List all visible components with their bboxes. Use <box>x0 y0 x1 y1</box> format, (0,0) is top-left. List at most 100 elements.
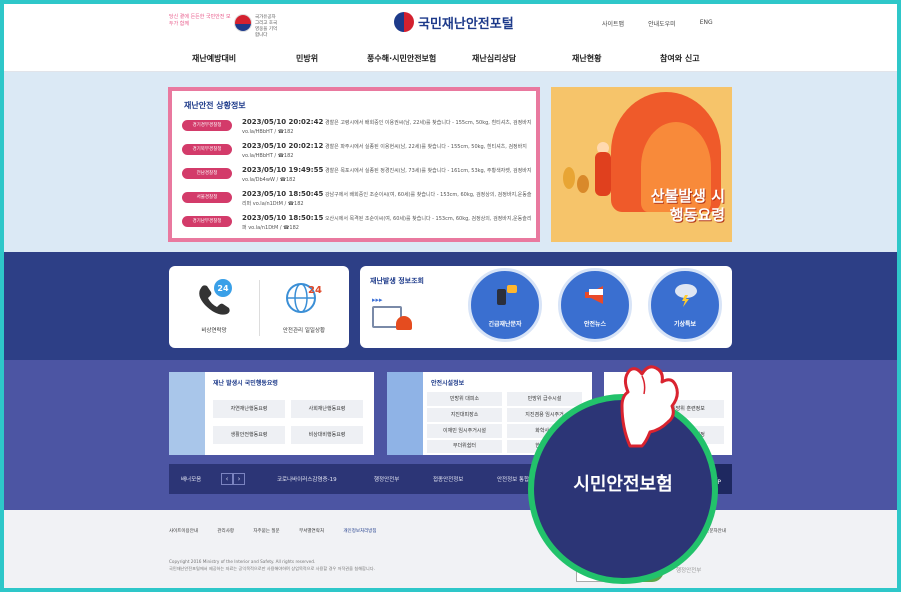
guide-helper-link[interactable]: 안내도우미 <box>648 19 676 28</box>
sitemap-link[interactable]: 사이트맵 <box>602 19 624 28</box>
banner-link[interactable]: 행정안전부 <box>374 475 399 483</box>
footer-link[interactable]: 부서별연락처 <box>299 529 324 534</box>
english-link[interactable]: ENG <box>700 19 713 28</box>
slogan-logo[interactable]: 당신 곁에 든든한 국민안전 모두가 함께 <box>169 14 231 28</box>
emergency-preparedness-guide-button[interactable]: 비상대비행동요령 <box>291 426 363 444</box>
nav-item-status[interactable]: 재난현황 <box>572 53 601 64</box>
situation-row[interactable]: 서울경찰청 2023/05/10 18:50:45 강남구에서 배회중인 조순이… <box>182 189 532 211</box>
running-person-icon <box>387 372 423 455</box>
situation-date: 2023/05/10 19:49:55 <box>242 166 324 174</box>
facility-button[interactable]: 민방위 대피소 <box>427 392 502 406</box>
taeguk-flag-icon <box>234 14 252 32</box>
situation-row[interactable]: 경기북부경찰청 2023/05/10 20:02:12 경찰은 파주시에서 실종… <box>182 141 532 163</box>
ministry-logo: 행정안전부 <box>676 568 702 574</box>
svg-text:24: 24 <box>308 285 322 296</box>
nav-item-counseling[interactable]: 재난심리상담 <box>472 53 516 64</box>
tree-icon <box>577 175 589 193</box>
wildfire-banner[interactable]: 산불발생 시 행동요령 <box>551 87 732 242</box>
footer-link[interactable]: 사이트이용안내 <box>169 529 198 534</box>
emergency-contact-label: 비상연락망 <box>201 328 227 334</box>
daily-status-link[interactable]: 24 안전관리 일일상황 <box>259 276 349 334</box>
page-frame: 당신 곁에 든든한 국민안전 모두가 함께 국가유공자 그리고 호국영웅을 기억… <box>4 4 897 588</box>
copyright-line: Copyright 2016 Ministry of the Interior … <box>169 559 316 564</box>
main-navigation: 재난예방대비 민방위 풍수해·시민안전보험 재난심리상담 재난현황 참여와 신고 <box>4 44 897 72</box>
safety-news-label: 안전뉴스 <box>583 321 607 328</box>
social-disaster-guide-button[interactable]: 사회재난행동요령 <box>291 400 363 418</box>
emergency-card: 24 비상연락망 24 안전관리 일일상황 <box>169 266 349 348</box>
wildfire-title-line2: 행동요령 <box>669 206 725 224</box>
nav-item-prevention[interactable]: 재난예방대비 <box>192 53 236 64</box>
facility-button[interactable]: 민방위 급수시설 <box>507 392 582 406</box>
copyright-notice: 국민재난안전포털에서 제공하는 자료는 공익목적으로만 사용해야하며 상업목적으… <box>169 566 375 571</box>
privacy-policy-link[interactable]: 개인정보처리방침 <box>343 529 376 534</box>
facility-button[interactable]: 무더위쉼터 <box>427 440 502 453</box>
situation-row[interactable]: 전남경찰청 2023/05/10 19:49:55 경찰은 목포시에서 실종된 … <box>182 165 532 187</box>
site-title: 국민재난안전포털 <box>418 16 514 32</box>
wildfire-banner-title: 산불발생 시 행동요령 <box>633 187 725 225</box>
radio-message-icon <box>493 283 519 307</box>
situation-row[interactable]: 경기남부경찰청 2023/05/10 18:50:15 오산시에서 목격된 조순… <box>182 213 532 235</box>
situation-section: 재난안전 상황정보 경기경부경찰청 2023/05/10 20:02:42 경찰… <box>4 72 897 252</box>
site-logo[interactable]: 국민재난안전포털 <box>394 12 514 32</box>
emergency-sms-label: 긴급재난문자 <box>488 321 522 328</box>
banner-link[interactable]: 코로나바이러스감염증-19 <box>277 475 337 483</box>
zoomed-citizen-insurance-label[interactable]: 시민안전보험 <box>534 470 712 496</box>
quick-info-section: 24 비상연락망 24 안전관리 일일상황 재난발생 정보조회 ▸▸▸ 긴급재난… <box>4 252 897 360</box>
agency-badge: 경기북부경찰청 <box>182 144 232 155</box>
nav-item-insurance[interactable]: 풍수해·시민안전보험 <box>367 53 436 64</box>
banner-bar-label: 배너모음 <box>181 477 202 483</box>
facility-info-title: 안전시설정보 <box>431 380 465 387</box>
flag-caption: 국가유공자 그리고 호국영웅을 기억합니다 <box>255 15 278 38</box>
agency-badge: 경기남부경찰청 <box>182 216 232 227</box>
storm-cloud-icon <box>673 283 699 307</box>
nav-item-civil-defense[interactable]: 민방위 <box>296 53 318 64</box>
siren-icon <box>396 316 412 330</box>
situation-date: 2023/05/10 18:50:45 <box>242 190 324 198</box>
life-safety-guide-button[interactable]: 생활안전행동요령 <box>213 426 285 444</box>
facility-button[interactable]: 지진대피장소 <box>427 408 502 422</box>
situation-date: 2023/05/10 20:02:42 <box>242 118 324 126</box>
facility-button[interactable]: 이재민 임시주거시설 <box>427 424 502 438</box>
situation-panel: 재난안전 상황정보 경기경부경찰청 2023/05/10 20:02:42 경찰… <box>168 87 540 242</box>
behavior-guide-box: 재난 발생시 국민행동요령 자연재난행동요령 사회재난행동요령 생활안전행동요령… <box>169 372 374 455</box>
situation-message: 2023/05/10 20:02:42 경찰은 고령시에서 배회중인 이용권씨(… <box>242 118 532 137</box>
svg-text:24: 24 <box>217 284 229 293</box>
action-guides-section: 재난 발생시 국민행동요령 자연재난행동요령 사회재난행동요령 생활안전행동요령… <box>4 360 897 510</box>
emergency-sms-button[interactable]: 긴급재난문자 <box>468 268 542 342</box>
daily-status-label: 안전관리 일일상황 <box>282 328 326 334</box>
pointing-hand-icon <box>602 346 682 460</box>
situation-date: 2023/05/10 18:50:15 <box>242 214 324 222</box>
agency-badge: 경기경부경찰청 <box>182 120 232 131</box>
situation-date: 2023/05/10 20:02:12 <box>242 142 324 150</box>
megaphone-news-icon <box>583 283 609 307</box>
weather-alert-button[interactable]: 기상특보 <box>648 268 722 342</box>
disaster-lookup-title: 재난발생 정보조회 <box>370 277 424 285</box>
situation-message: 2023/05/10 19:49:55 경찰은 목포시에서 실종된 정경진씨(남… <box>242 166 532 185</box>
government-emblem-icon <box>394 12 414 32</box>
weather-alert-label: 기상특보 <box>673 321 697 328</box>
banner-next-button[interactable]: › <box>233 473 245 485</box>
natural-disaster-guide-button[interactable]: 자연재난행동요령 <box>213 400 285 418</box>
safety-news-button[interactable]: 안전뉴스 <box>558 268 632 342</box>
agency-badge: 전남경찰청 <box>182 168 232 179</box>
arrow-icon: ▸▸▸ <box>372 296 383 304</box>
situation-message: 2023/05/10 20:02:12 경찰은 파주시에서 실종된 이용현씨(남… <box>242 142 532 161</box>
footer-links: 사이트이용안내 관리사항 자주묻는 질문 부서별연락처 개인정보처리방침 <box>169 528 395 534</box>
situation-message: 2023/05/10 18:50:45 강남구에서 배회중인 조순이씨(여, 6… <box>242 190 532 209</box>
tree-icon <box>563 167 575 189</box>
situation-row[interactable]: 경기경부경찰청 2023/05/10 20:02:42 경찰은 고령시에서 배회… <box>182 117 532 139</box>
emergency-contact-link[interactable]: 24 비상연락망 <box>169 276 259 334</box>
nav-item-report[interactable]: 참여와 신고 <box>660 53 700 64</box>
firefighter-icon <box>595 152 611 196</box>
top-header: 당신 곁에 든든한 국민안전 모두가 함께 국가유공자 그리고 호국영웅을 기억… <box>4 4 897 44</box>
agency-badge: 서울경찰청 <box>182 192 232 203</box>
banner-link[interactable]: 접종안전정보 <box>433 475 463 483</box>
behavior-guide-title: 재난 발생시 국민행동요령 <box>213 380 278 387</box>
footer-link[interactable]: 관리사항 <box>217 529 234 534</box>
banner-prev-button[interactable]: ‹ <box>221 473 233 485</box>
footer-link[interactable]: 자주묻는 질문 <box>253 529 279 534</box>
utility-links: 사이트맵 안내도우미 ENG <box>602 19 737 28</box>
copyright: Copyright 2016 Ministry of the Interior … <box>169 558 469 572</box>
disaster-lookup-card: 재난발생 정보조회 ▸▸▸ 긴급재난문자 안전뉴스 기상특보 <box>360 266 732 348</box>
situation-message: 2023/05/10 18:50:15 오산시에서 목격된 조순이씨(여, 60… <box>242 214 532 233</box>
